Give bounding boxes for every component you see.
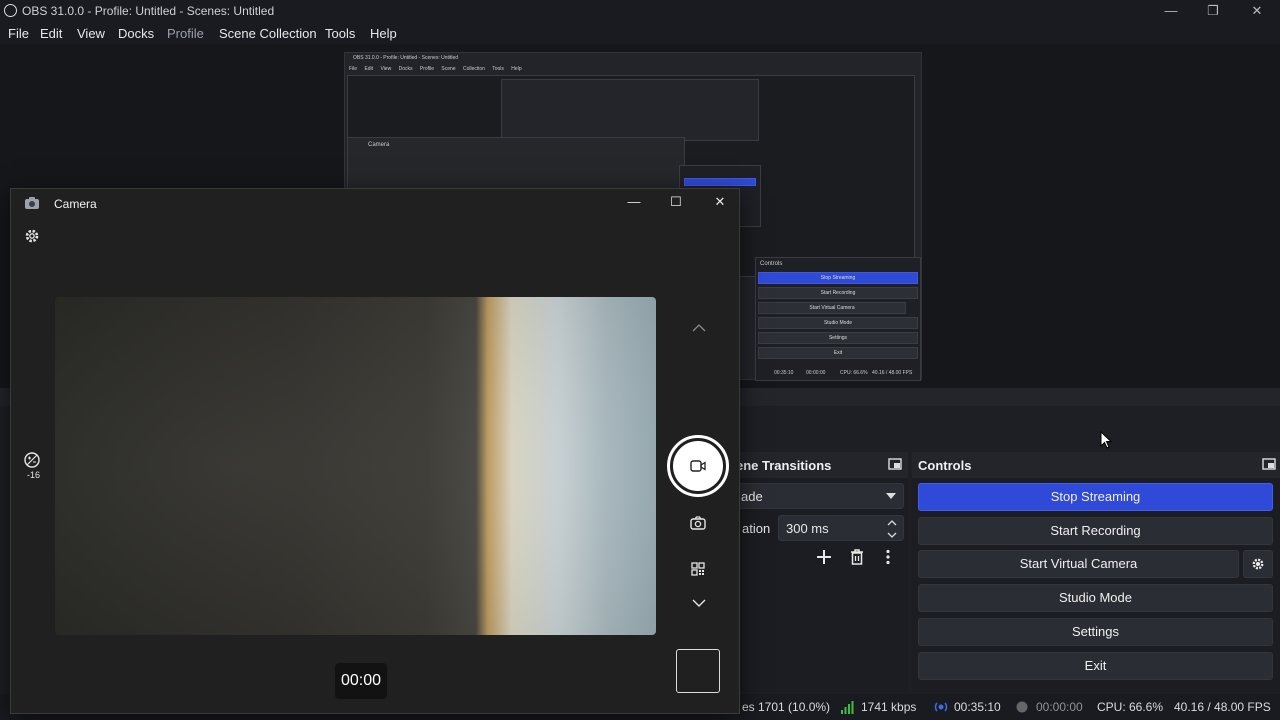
- mini-settings: Settings: [758, 332, 918, 344]
- menu-view[interactable]: View: [77, 26, 105, 41]
- capture-button-inner: [673, 441, 723, 491]
- camera-window[interactable]: Camera — ☐ ✕ -16 00:00: [10, 188, 740, 714]
- menu-file[interactable]: File: [8, 26, 29, 41]
- transition-value: ade: [741, 489, 763, 504]
- window-title: OBS 31.0.0 - Profile: Untitled - Scenes:…: [22, 4, 275, 18]
- mini-stop-streaming: Stop Streaming: [758, 272, 918, 284]
- menu-bar: File Edit View Docks Profile Scene Colle…: [0, 22, 1280, 44]
- mini-status-fps: 40.16 / 48.00 FPS: [872, 370, 913, 376]
- mini-controls-dock: Controls Stop Streaming Start Recording …: [755, 257, 921, 381]
- record-time: 00:00:00: [1036, 700, 1083, 714]
- camera-preview: [55, 297, 656, 635]
- transition-select[interactable]: ade: [730, 483, 904, 509]
- mini-exit: Exit: [758, 347, 918, 359]
- controls-title: Controls: [918, 458, 972, 473]
- streaming-icon: [934, 702, 948, 712]
- start-virtual-camera-button[interactable]: Start Virtual Camera: [918, 550, 1239, 578]
- menu-tools[interactable]: Tools: [325, 26, 355, 41]
- camera-app-icon: [25, 197, 39, 209]
- exposure-icon[interactable]: [24, 452, 40, 468]
- mini-camera-title: Camera: [368, 142, 390, 148]
- menu-edit[interactable]: Edit: [40, 26, 62, 41]
- camera-title: Camera: [54, 197, 97, 211]
- photo-mode-icon[interactable]: [690, 516, 706, 530]
- mini-camera-window: Camera: [347, 137, 685, 191]
- chevron-down-icon[interactable]: [692, 599, 706, 607]
- controls-header: Controls: [912, 452, 1280, 478]
- mini-status-cpu: CPU: 66.6%: [840, 370, 868, 376]
- qr-code-icon[interactable]: [691, 562, 705, 576]
- menu-docks[interactable]: Docks: [118, 26, 154, 41]
- exit-button[interactable]: Exit: [918, 652, 1273, 680]
- add-transition-icon[interactable]: [816, 549, 832, 565]
- menu-scene-collection[interactable]: Scene Collection: [219, 26, 317, 41]
- camera-close-button[interactable]: ✕: [711, 193, 729, 211]
- gear-icon: [1252, 558, 1264, 570]
- virtual-camera-settings-button[interactable]: [1243, 550, 1273, 578]
- dropdown-arrow-icon: [886, 493, 896, 499]
- mouse-cursor-icon: [1100, 431, 1112, 449]
- mini-nested: [501, 79, 759, 141]
- menu-help[interactable]: Help: [370, 26, 397, 41]
- mini-menu: File Edit View Docks Profile Scene Colle…: [349, 66, 522, 72]
- duration-label: ation: [742, 521, 771, 536]
- scene-transitions-header: ene Transitions: [730, 452, 908, 478]
- mini-controls-title: Controls: [760, 261, 783, 267]
- more-options-icon[interactable]: [881, 549, 895, 565]
- dropped-frames: es 1701 (10.0%): [742, 700, 831, 714]
- stream-time: 00:35:10: [954, 700, 1001, 714]
- maximize-button[interactable]: ❐: [1204, 2, 1222, 20]
- mini-blue-button: [684, 178, 756, 186]
- minimize-button[interactable]: —: [1162, 2, 1180, 20]
- remove-transition-icon[interactable]: [849, 549, 865, 565]
- duration-value: 300 ms: [786, 521, 829, 536]
- bitrate: 1741 kbps: [861, 700, 917, 714]
- mini-title: OBS 31.0.0 - Profile: Untitled - Scenes:…: [353, 55, 459, 61]
- undock-icon[interactable]: [1262, 458, 1276, 472]
- obs-logo-icon: [4, 4, 17, 17]
- settings-button[interactable]: Settings: [918, 618, 1273, 646]
- scene-transitions-body: [730, 478, 908, 692]
- studio-mode-button[interactable]: Studio Mode: [918, 584, 1273, 612]
- camera-minimize-button[interactable]: —: [625, 193, 643, 211]
- chevron-up-icon[interactable]: [692, 324, 706, 332]
- record-icon: [1016, 701, 1028, 713]
- mini-status-stream: 00:35:10: [774, 370, 794, 376]
- mini-status-record: 00:00:00: [806, 370, 826, 376]
- menu-profile[interactable]: Profile: [167, 26, 204, 41]
- signal-strength-icon: [841, 701, 854, 714]
- last-capture-thumbnail[interactable]: [676, 649, 720, 693]
- undock-icon[interactable]: [888, 458, 902, 472]
- mini-start-recording: Start Recording: [758, 287, 918, 299]
- spin-arrows-icon[interactable]: [887, 519, 897, 539]
- cpu-usage: CPU: 66.6%: [1097, 700, 1164, 714]
- video-mode-icon: [690, 460, 706, 472]
- close-button[interactable]: ✕: [1248, 2, 1266, 20]
- recording-timer: 00:00: [335, 663, 387, 699]
- stop-streaming-button[interactable]: Stop Streaming: [918, 483, 1273, 511]
- gear-icon[interactable]: [24, 228, 40, 244]
- mini-studio-mode: Studio Mode: [758, 317, 918, 329]
- camera-maximize-button[interactable]: ☐: [667, 193, 685, 211]
- fps-readout: 40.16 / 48.00 FPS: [1174, 700, 1271, 714]
- obs-titlebar: OBS 31.0.0 - Profile: Untitled - Scenes:…: [0, 0, 1280, 22]
- start-recording-button[interactable]: Start Recording: [918, 517, 1273, 545]
- exposure-value: -16: [27, 470, 41, 480]
- duration-spinbox[interactable]: 300 ms: [778, 515, 904, 541]
- capture-button[interactable]: [667, 435, 729, 497]
- scene-transitions-title: ene Transitions: [736, 458, 832, 473]
- mini-start-virtual-camera: Start Virtual Camera: [758, 302, 906, 314]
